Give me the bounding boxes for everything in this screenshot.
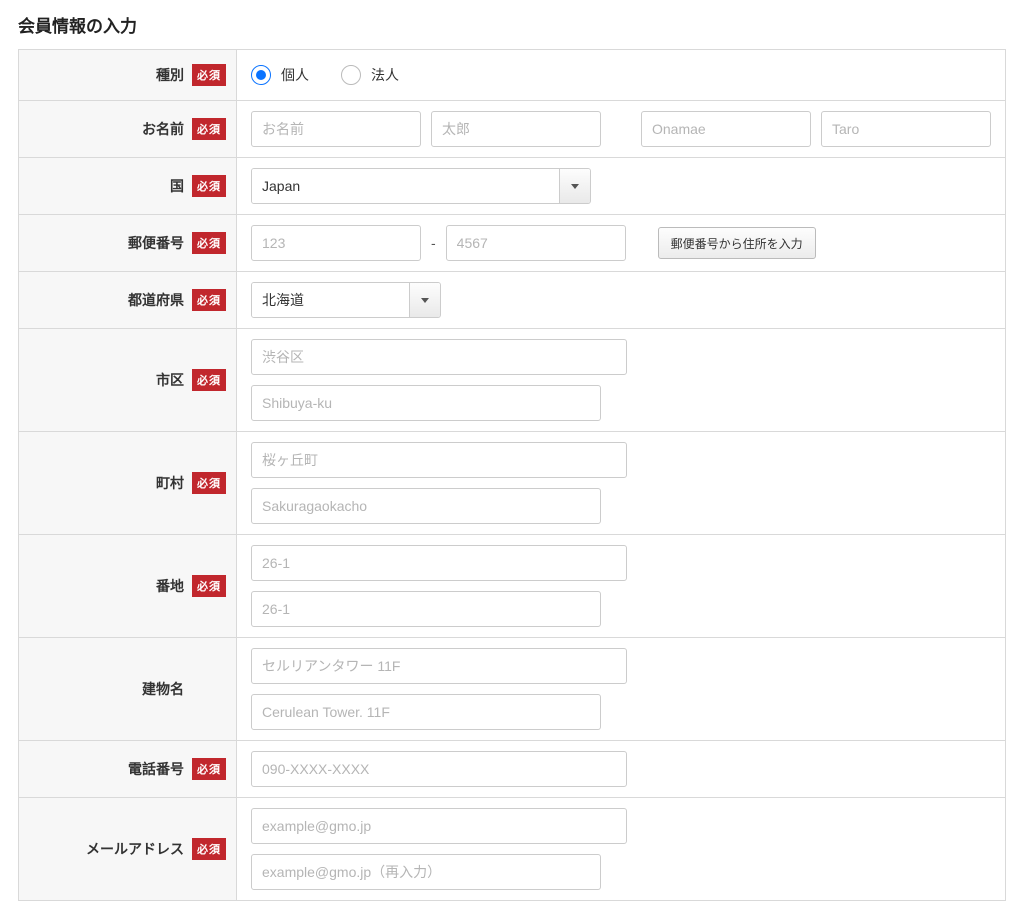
input-email[interactable]	[251, 808, 627, 844]
label-email: メールアドレス	[86, 839, 184, 859]
row-type: 種別 必須 個人 法人	[19, 50, 1005, 101]
label-name: お名前	[142, 119, 184, 139]
input-cell-building	[237, 638, 1005, 740]
select-country-button	[560, 169, 590, 203]
radio-individual-label: 個人	[281, 65, 309, 85]
member-form: 種別 必須 個人 法人 お名前 必須	[18, 49, 1006, 901]
row-building: 建物名	[19, 638, 1005, 741]
chevron-down-icon	[421, 298, 429, 303]
input-city-en[interactable]	[251, 385, 601, 421]
input-postal-2[interactable]	[446, 225, 626, 261]
required-badge: 必須	[192, 289, 226, 311]
required-badge: 必須	[192, 64, 226, 86]
input-cell-country: Japan	[237, 158, 1005, 214]
label-cell-prefecture: 都道府県 必須	[19, 272, 237, 328]
input-street-jp[interactable]	[251, 545, 627, 581]
input-city-jp[interactable]	[251, 339, 627, 375]
label-cell-building: 建物名	[19, 638, 237, 740]
select-prefecture[interactable]: 北海道	[251, 282, 441, 318]
row-country: 国 必須 Japan	[19, 158, 1005, 215]
select-prefecture-value: 北海道	[252, 283, 410, 317]
radio-group-type: 個人 法人	[251, 65, 399, 85]
label-cell-town: 町村 必須	[19, 432, 237, 534]
input-cell-name	[237, 101, 1005, 157]
label-phone: 電話番号	[128, 759, 184, 779]
required-badge: 必須	[192, 175, 226, 197]
radio-circle-icon	[341, 65, 361, 85]
input-street-en[interactable]	[251, 591, 601, 627]
select-country-value: Japan	[252, 169, 560, 203]
select-prefecture-button	[410, 283, 440, 317]
label-cell-phone: 電話番号 必須	[19, 741, 237, 797]
label-cell-country: 国 必須	[19, 158, 237, 214]
radio-individual[interactable]: 個人	[251, 65, 309, 85]
label-prefecture: 都道府県	[128, 290, 184, 310]
chevron-down-icon	[571, 184, 579, 189]
input-email-confirm[interactable]	[251, 854, 601, 890]
input-sei-en[interactable]	[641, 111, 811, 147]
label-cell-street: 番地 必須	[19, 535, 237, 637]
label-city: 市区	[156, 370, 184, 390]
required-badge: 必須	[192, 758, 226, 780]
required-badge: 必須	[192, 575, 226, 597]
label-cell-postal: 郵便番号 必須	[19, 215, 237, 271]
input-cell-email	[237, 798, 1005, 900]
label-town: 町村	[156, 473, 184, 493]
input-cell-type: 個人 法人	[237, 50, 1005, 100]
label-type: 種別	[156, 65, 184, 85]
row-postal: 郵便番号 必須 - 郵便番号から住所を入力	[19, 215, 1005, 272]
label-cell-email: メールアドレス 必須	[19, 798, 237, 900]
required-badge: 必須	[192, 118, 226, 140]
row-town: 町村 必須	[19, 432, 1005, 535]
radio-corporate[interactable]: 法人	[341, 65, 399, 85]
label-cell-type: 種別 必須	[19, 50, 237, 100]
required-badge: 必須	[192, 838, 226, 860]
row-prefecture: 都道府県 必須 北海道	[19, 272, 1005, 329]
page-title: 会員情報の入力	[18, 12, 1006, 37]
label-postal: 郵便番号	[128, 233, 184, 253]
row-city: 市区 必須	[19, 329, 1005, 432]
input-building-jp[interactable]	[251, 648, 627, 684]
input-town-jp[interactable]	[251, 442, 627, 478]
label-country: 国	[170, 176, 184, 196]
input-cell-prefecture: 北海道	[237, 272, 1005, 328]
row-email: メールアドレス 必須	[19, 798, 1005, 900]
row-street: 番地 必須	[19, 535, 1005, 638]
input-cell-street	[237, 535, 1005, 637]
input-mei-jp[interactable]	[431, 111, 601, 147]
postal-lookup-button[interactable]: 郵便番号から住所を入力	[658, 227, 816, 259]
input-postal-1[interactable]	[251, 225, 421, 261]
row-phone: 電話番号 必須	[19, 741, 1005, 798]
input-cell-postal: - 郵便番号から住所を入力	[237, 215, 1005, 271]
input-phone[interactable]	[251, 751, 627, 787]
label-cell-city: 市区 必須	[19, 329, 237, 431]
input-town-en[interactable]	[251, 488, 601, 524]
input-cell-city	[237, 329, 1005, 431]
label-cell-name: お名前 必須	[19, 101, 237, 157]
row-name: お名前 必須	[19, 101, 1005, 158]
radio-circle-icon	[251, 65, 271, 85]
label-building: 建物名	[142, 679, 184, 699]
input-cell-phone	[237, 741, 1005, 797]
select-country[interactable]: Japan	[251, 168, 591, 204]
required-spacer	[192, 686, 226, 692]
input-building-en[interactable]	[251, 694, 601, 730]
input-mei-en[interactable]	[821, 111, 991, 147]
label-street: 番地	[156, 576, 184, 596]
required-badge: 必須	[192, 369, 226, 391]
postal-dash: -	[431, 235, 436, 251]
required-badge: 必須	[192, 232, 226, 254]
required-badge: 必須	[192, 472, 226, 494]
input-cell-town	[237, 432, 1005, 534]
radio-corporate-label: 法人	[371, 65, 399, 85]
input-sei-jp[interactable]	[251, 111, 421, 147]
